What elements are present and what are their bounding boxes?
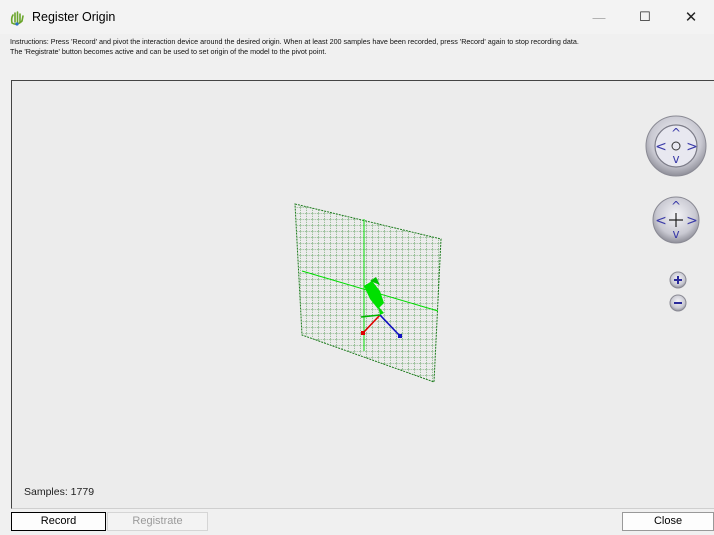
3d-viewport[interactable]: ^ v < > ^ v < > Samples: 1779 xyxy=(11,80,714,509)
svg-text:>: > xyxy=(686,213,698,229)
samples-count: Samples: 1779 xyxy=(24,486,95,498)
svg-text:>: > xyxy=(686,139,698,155)
close-window-button[interactable]: ✕ xyxy=(668,0,714,34)
svg-text:<: < xyxy=(655,213,667,229)
title-bar: Register Origin — ☐ ✕ xyxy=(0,0,714,34)
close-button[interactable]: Close xyxy=(622,512,714,531)
record-button[interactable]: Record xyxy=(11,512,106,531)
zoom-in-icon[interactable] xyxy=(669,271,687,289)
svg-text:<: < xyxy=(655,139,667,155)
instructions-line-1: Instructions: Press 'Record' and pivot t… xyxy=(10,37,579,46)
rotate-wheel-icon[interactable]: ^ v < > xyxy=(645,115,707,177)
pan-wheel-icon[interactable]: ^ v < > xyxy=(652,196,700,244)
svg-text:^: ^ xyxy=(671,126,681,140)
window-title: Register Origin xyxy=(32,10,116,24)
scene-canvas[interactable]: ^ v < > ^ v < > xyxy=(12,81,714,508)
button-bar: Record Registrate Close xyxy=(0,510,714,535)
instructions-line-2: The 'Registrate' button becomes active a… xyxy=(10,46,327,56)
hand-gesture-icon xyxy=(10,11,24,26)
maximize-button[interactable]: ☐ xyxy=(622,0,668,34)
svg-text:v: v xyxy=(672,152,679,166)
instructions-text: Instructions: Press 'Record' and pivot t… xyxy=(10,37,710,56)
minimize-button[interactable]: — xyxy=(576,0,622,34)
zoom-out-icon[interactable] xyxy=(669,294,687,312)
svg-text:v: v xyxy=(672,227,679,241)
svg-text:^: ^ xyxy=(671,199,681,213)
registrate-button[interactable]: Registrate xyxy=(107,512,208,531)
